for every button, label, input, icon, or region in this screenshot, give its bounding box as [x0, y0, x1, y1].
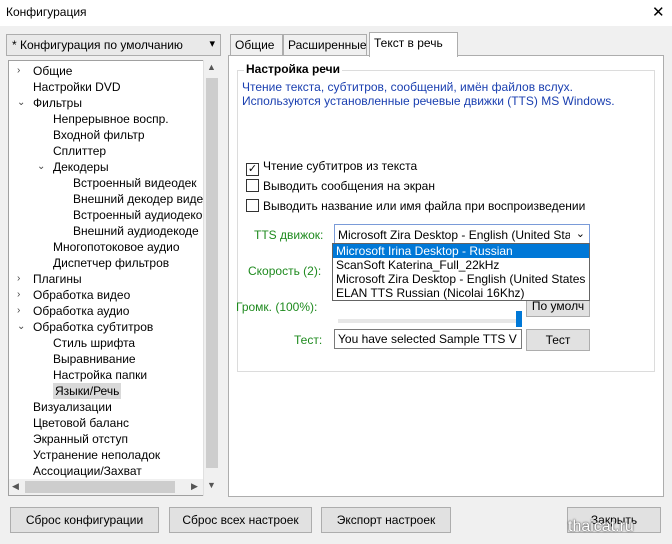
- dropdown-option[interactable]: ScanSoft Katerina_Full_22kHz: [333, 258, 589, 272]
- checkbox-label: Выводить название или имя файла при восп…: [263, 199, 586, 213]
- tts-engine-dropdown-list[interactable]: Microsoft Irina Desktop - Russian ScanSo…: [332, 243, 590, 301]
- speech-description: Чтение текста, субтитров, сообщений, имё…: [242, 80, 615, 108]
- tree-item[interactable]: Входной фильтр: [53, 127, 145, 143]
- test-text-input[interactable]: You have selected Sample TTS V: [334, 329, 522, 349]
- tree-item[interactable]: Многопотоковое аудио: [53, 239, 180, 255]
- group-title: Настройка речи: [244, 62, 342, 76]
- tree-item[interactable]: Внешний аудиодекоде: [73, 223, 199, 239]
- tree-item[interactable]: Обработка субтитров: [33, 319, 153, 335]
- scroll-down-icon[interactable]: ▼: [207, 480, 216, 490]
- tree-item[interactable]: Цветовой баланс: [33, 415, 129, 431]
- collapse-icon[interactable]: ⌄: [17, 95, 25, 111]
- tree-horizontal-scrollbar[interactable]: ◀ ▶: [9, 479, 203, 495]
- chevron-down-icon[interactable]: ⌄: [576, 227, 585, 240]
- tab-general[interactable]: Общие: [230, 34, 283, 56]
- tree-item[interactable]: Устранение неполадок: [33, 447, 160, 463]
- collapse-icon[interactable]: ⌄: [37, 159, 45, 175]
- export-settings-button[interactable]: Экспорт настроек: [321, 507, 451, 533]
- hscroll-thumb[interactable]: [25, 481, 175, 493]
- close-icon[interactable]: ✕: [652, 3, 665, 21]
- tree-item[interactable]: Языки/Речь: [53, 383, 122, 399]
- test-label: Тест:: [294, 333, 323, 347]
- tree-item[interactable]: Фильтры: [33, 95, 82, 111]
- reset-config-button[interactable]: Сброс конфигурации: [10, 507, 159, 533]
- tree-item[interactable]: Выравнивание: [53, 351, 136, 367]
- tree-item[interactable]: Сплиттер: [53, 143, 106, 159]
- tab-text-to-speech[interactable]: Текст в речь: [369, 32, 458, 57]
- profile-select[interactable]: * Конфигурация по умолчанию ▾: [6, 34, 221, 56]
- window-title: Конфигурация: [6, 5, 87, 19]
- dropdown-option[interactable]: ELAN TTS Russian (Nicolai 16Khz): [333, 286, 589, 300]
- volume-slider-track[interactable]: [338, 319, 516, 323]
- tree-item[interactable]: Настройки DVD: [33, 79, 121, 95]
- tree-vertical-scrollbar[interactable]: ▲ ▼: [203, 60, 219, 496]
- tree-item[interactable]: Экранный отступ: [33, 431, 128, 447]
- show-messages-checkbox[interactable]: Выводить сообщения на экран: [246, 178, 435, 194]
- show-filename-checkbox[interactable]: Выводить название или имя файла при восп…: [246, 198, 585, 214]
- reset-all-button[interactable]: Сброс всех настроек: [169, 507, 312, 533]
- tts-engine-label: TTS движок:: [254, 228, 324, 242]
- expand-icon[interactable]: ›: [17, 303, 20, 319]
- tree-item[interactable]: Визуализации: [33, 399, 112, 415]
- profile-value: * Конфигурация по умолчанию: [12, 38, 183, 52]
- tree-item[interactable]: Декодеры: [53, 159, 109, 175]
- tree-item[interactable]: Непрерывное воспр.: [53, 111, 169, 127]
- expand-icon[interactable]: ›: [17, 63, 20, 79]
- read-subtitles-checkbox[interactable]: ✓ Чтение субтитров из текста: [246, 158, 418, 176]
- tts-engine-value: Microsoft Zira Desktop - English (United…: [338, 228, 570, 242]
- checkbox-box[interactable]: [246, 199, 259, 212]
- speech-settings-group: Настройка речи Чтение текста, субтитров,…: [236, 62, 655, 372]
- chevron-down-icon[interactable]: ▾: [209, 37, 215, 50]
- settings-tree[interactable]: › Общие Настройки DVD ⌄ Фильтры Непрерывное в…: [8, 60, 219, 496]
- title-bar: Конфигурация ✕: [0, 0, 672, 26]
- tree-item[interactable]: Встроенный видеодек: [73, 175, 197, 191]
- dropdown-option[interactable]: Microsoft Irina Desktop - Russian: [333, 244, 589, 258]
- speed-label: Скорость (2):: [248, 264, 322, 278]
- tree-item[interactable]: Обработка аудио: [33, 303, 129, 319]
- checkbox-box[interactable]: ✓: [246, 163, 259, 176]
- tree-item[interactable]: Обработка видео: [33, 287, 130, 303]
- collapse-icon[interactable]: ⌄: [17, 319, 25, 335]
- tab-advanced[interactable]: Расширенные: [283, 34, 367, 56]
- dropdown-option[interactable]: Microsoft Zira Desktop - English (United…: [333, 272, 589, 286]
- tree-item[interactable]: Плагины: [33, 271, 82, 287]
- tree-item[interactable]: Настройка папки: [53, 367, 147, 383]
- tree-item[interactable]: Внешний декодер виде: [73, 191, 203, 207]
- tree-item[interactable]: Диспетчер фильтров: [53, 255, 169, 271]
- watermark: thaicat.ru: [568, 518, 634, 535]
- checkbox-box[interactable]: [246, 179, 259, 192]
- scroll-up-icon[interactable]: ▲: [207, 62, 216, 72]
- checkbox-label: Чтение субтитров из текста: [263, 159, 418, 173]
- tree-item[interactable]: Ассоциации/Захват: [33, 463, 142, 479]
- tree-item[interactable]: Стиль шрифта: [53, 335, 135, 351]
- checkbox-label: Выводить сообщения на экран: [263, 179, 435, 193]
- expand-icon[interactable]: ›: [17, 287, 20, 303]
- scroll-left-icon[interactable]: ◀: [12, 481, 19, 492]
- test-button[interactable]: Тест: [526, 329, 590, 351]
- expand-icon[interactable]: ›: [17, 271, 20, 287]
- scroll-thumb[interactable]: [206, 78, 218, 468]
- tree-item[interactable]: Общие: [33, 63, 72, 79]
- volume-label: Громк. (100%):: [236, 300, 318, 314]
- volume-slider-thumb[interactable]: [516, 311, 522, 327]
- scroll-right-icon[interactable]: ▶: [191, 481, 198, 492]
- tree-item[interactable]: Встроенный аудиодеко: [73, 207, 202, 223]
